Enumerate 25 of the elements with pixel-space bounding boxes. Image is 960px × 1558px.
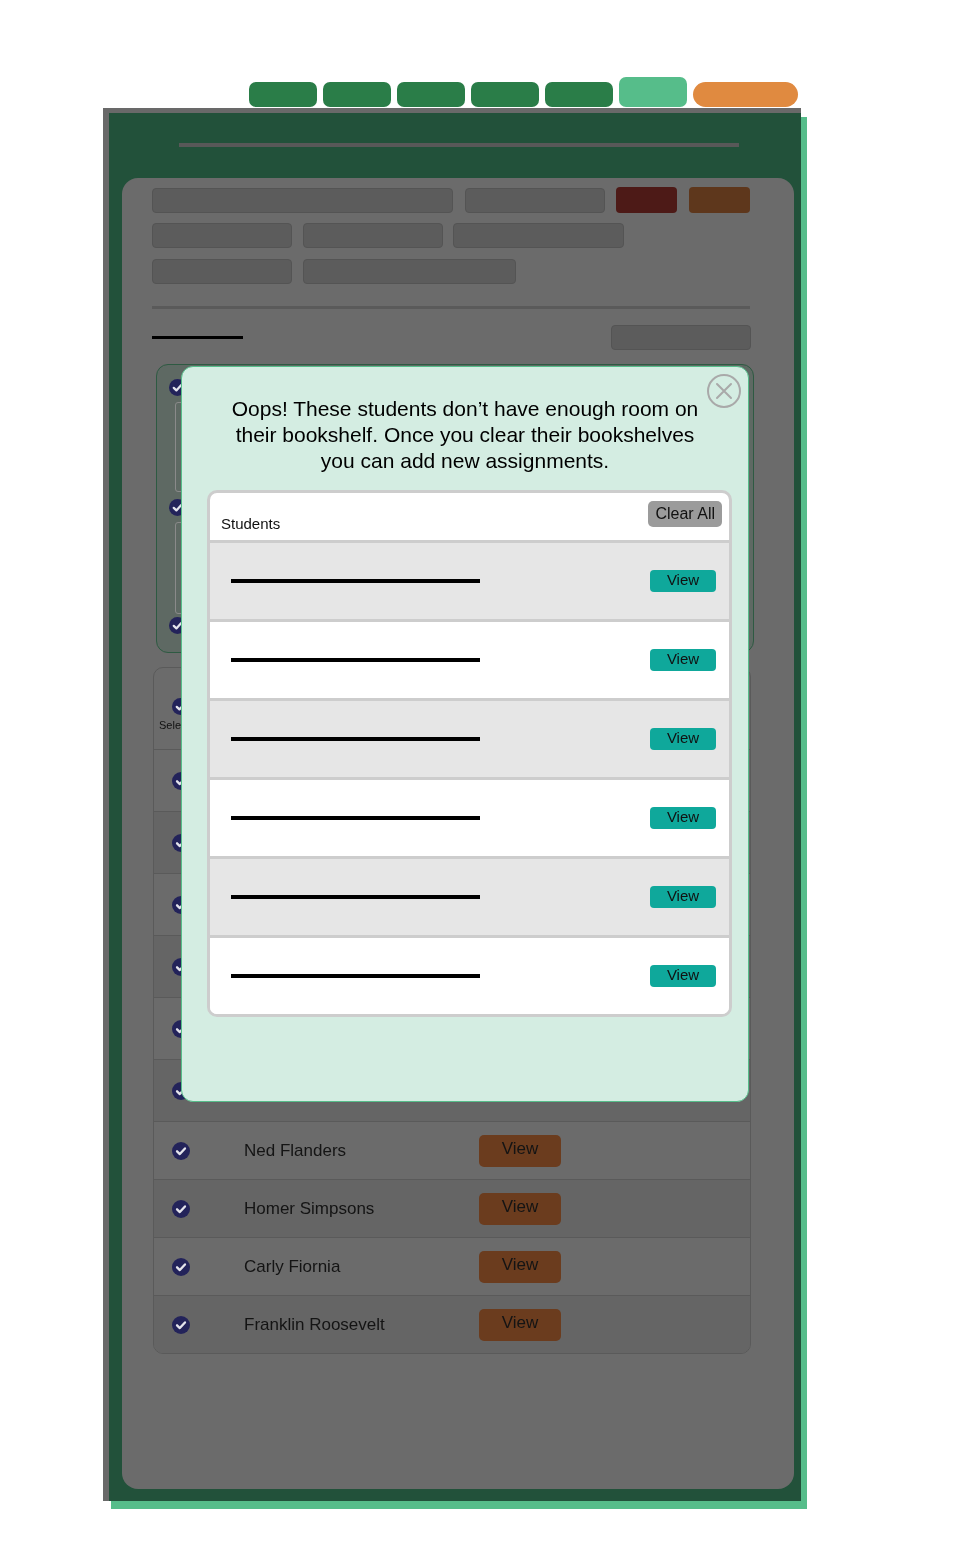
modal-message: Oops! These students don’t have enough room on their bookshelf. Once you clear their bookshelves you can add new assignments. bbox=[230, 396, 700, 474]
view-button[interactable]: View bbox=[650, 570, 716, 592]
view-button[interactable]: View bbox=[650, 807, 716, 829]
view-button[interactable]: View bbox=[650, 649, 716, 671]
tab[interactable] bbox=[545, 82, 613, 107]
select-all-label: Sele bbox=[159, 719, 182, 732]
student-name: Franklin Roosevelt bbox=[244, 1314, 385, 1334]
tab[interactable] bbox=[397, 82, 465, 107]
tab[interactable] bbox=[323, 82, 391, 107]
tab[interactable] bbox=[471, 82, 539, 107]
view-button[interactable]: View bbox=[650, 965, 716, 987]
action-tab[interactable] bbox=[693, 82, 798, 107]
list-header-label: Students bbox=[221, 515, 281, 534]
check-circle-icon[interactable] bbox=[172, 1141, 190, 1160]
student-name: Ned Flanders bbox=[244, 1140, 347, 1160]
tab[interactable] bbox=[249, 82, 317, 107]
clear-all-button[interactable]: Clear All bbox=[648, 501, 722, 527]
student-name: Homer Simpsons bbox=[244, 1198, 375, 1218]
check-circle-icon[interactable] bbox=[172, 1257, 190, 1276]
view-button[interactable]: View bbox=[650, 728, 716, 750]
student-name: Carly Fiornia bbox=[244, 1256, 341, 1276]
view-button[interactable]: View bbox=[650, 886, 716, 908]
close-button[interactable] bbox=[707, 374, 741, 408]
check-circle-icon[interactable] bbox=[172, 1199, 190, 1218]
check-circle-icon[interactable] bbox=[172, 1315, 190, 1334]
